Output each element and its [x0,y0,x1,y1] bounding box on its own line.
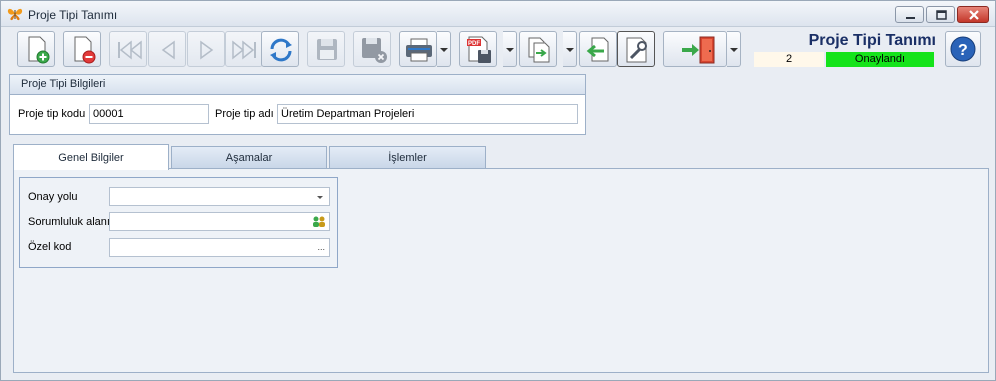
maximize-button[interactable] [926,6,955,23]
previous-record-icon [161,40,175,60]
responsibility-area-label: Sorumluluk alanı [28,216,110,228]
project-type-name-field[interactable]: Üretim Departman Projeleri [277,104,578,124]
last-record-icon [232,40,256,60]
approval-path-combo[interactable] [109,187,330,206]
refresh-button[interactable] [261,31,299,67]
next-record-button[interactable] [187,31,225,67]
special-code-field[interactable]: ... [109,238,330,257]
exit-door-icon [682,36,715,64]
copy-document-dropdown[interactable] [563,31,577,67]
tab-islemler[interactable]: İşlemler [329,146,486,168]
record-number: 2 [754,52,824,67]
new-record-icon [28,36,50,64]
delete-record-button[interactable] [63,31,101,67]
maximize-icon [936,10,947,20]
exit-button[interactable] [663,31,727,67]
pdf-export-dropdown[interactable] [503,31,517,67]
print-icon [406,38,432,62]
refresh-icon [270,38,292,62]
save-button[interactable] [307,31,345,67]
status-badge: Onaylandı [826,52,934,67]
print-button[interactable] [399,31,437,67]
svg-text:?: ? [958,42,968,59]
copy-document-button[interactable] [519,31,557,67]
tab-genel-bilgiler[interactable]: Genel Bilgiler [13,144,169,170]
pdf-export-button[interactable]: PDF [459,31,497,67]
close-icon [969,10,979,20]
help-button[interactable]: ? [945,31,981,67]
chevron-down-icon [317,196,323,199]
ellipsis-button[interactable]: ... [317,239,325,256]
butterfly-logo-icon [7,7,23,21]
import-button[interactable] [579,31,617,67]
last-record-button[interactable] [225,31,263,67]
project-type-code-label: Proje tip kodu [18,108,86,120]
settings-tool-button[interactable] [617,31,655,67]
new-record-button[interactable] [17,31,55,67]
close-button[interactable] [957,6,989,23]
minimize-button[interactable] [895,6,924,23]
tab-asamalar[interactable]: Aşamalar [171,146,327,168]
group-title: Proje Tipi Bilgileri [10,75,585,95]
window-title: Proje Tipi Tanımı [28,8,118,22]
previous-record-button[interactable] [148,31,186,67]
special-code-label: Özel kod [28,241,72,253]
svg-text:PDF: PDF [468,41,480,47]
title-bar: Proje Tipi Tanımı [1,1,995,27]
save-icon [317,39,337,60]
pdf-export-icon: PDF [467,36,491,63]
responsibility-area-field[interactable] [109,212,330,231]
help-icon: ? [950,36,976,62]
next-record-icon [200,40,214,60]
delete-record-icon [74,36,96,64]
first-record-button[interactable] [109,31,147,67]
approval-path-label: Onay yolu [28,191,78,203]
project-type-name-label: Proje tip adı [215,108,274,120]
copy-document-icon [528,37,550,63]
first-record-icon [118,40,142,60]
save-cancel-button[interactable] [353,31,391,67]
minimize-icon [906,17,915,19]
save-cancel-icon [362,38,387,63]
form-heading: Proje Tipi Tanımı [808,32,936,49]
print-dropdown[interactable] [437,31,451,67]
application-window: Proje Tipi Tanımı PDF Proje Tipi Tanımı … [0,0,996,381]
exit-dropdown[interactable] [727,31,741,67]
settings-tool-icon [626,37,647,63]
people-lookup-icon[interactable] [312,215,326,230]
import-icon [586,37,609,62]
project-type-code-field[interactable]: 00001 [89,104,209,124]
